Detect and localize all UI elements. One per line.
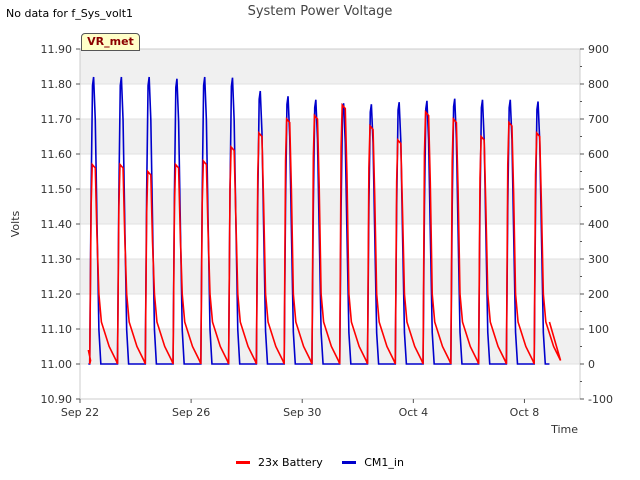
plot-band	[80, 49, 580, 84]
plot-band	[80, 84, 580, 119]
legend: 23x Battery CM1_in	[0, 454, 640, 469]
site-tag: VR_met	[81, 33, 140, 51]
plot-band	[80, 189, 580, 224]
y-left-tick-label: 11.30	[41, 253, 73, 266]
y-axis-left: 10.90 11.00 11.10 11.20 11.30 11.40 11.50 11.60…	[41, 43, 80, 406]
y-left-tick-label: 11.00	[41, 358, 73, 371]
x-tick-label: Oct 8	[510, 406, 540, 419]
y-right-tick-label: 0	[588, 358, 595, 371]
x-tick-label: Oct 4	[399, 406, 429, 419]
y-left-tick-label: 11.40	[41, 218, 73, 231]
y-left-tick-label: 11.90	[41, 43, 73, 56]
y-left-tick-label: 11.10	[41, 323, 73, 336]
legend-swatch-battery	[236, 461, 251, 464]
y-left-tick-label: 11.60	[41, 148, 73, 161]
x-axis: Sep 22 Sep 26 Sep 30 Oct 4 Oct 8	[61, 399, 539, 419]
y-right-tick-label: 200	[588, 288, 609, 301]
y-left-tick-label: 11.70	[41, 113, 73, 126]
y-right-tick-label: -100	[588, 393, 613, 406]
plot-band	[80, 154, 580, 189]
y-right-tick-label: 700	[588, 113, 609, 126]
y-right-tick-label: 300	[588, 253, 609, 266]
plot-band	[80, 119, 580, 154]
y-left-tick-label: 11.80	[41, 78, 73, 91]
legend-label-battery: 23x Battery	[258, 456, 323, 469]
y-left-tick-label: 10.90	[41, 393, 73, 406]
y-axis-label: Volts	[9, 210, 22, 237]
y-right-tick-label: 800	[588, 78, 609, 91]
x-tick-label: Sep 22	[61, 406, 99, 419]
y-right-tick-label: 900	[588, 43, 609, 56]
y-left-tick-label: 11.20	[41, 288, 73, 301]
plot-band	[80, 364, 580, 399]
legend-label-cm1: CM1_in	[364, 456, 404, 469]
y-right-tick-label: 600	[588, 148, 609, 161]
x-axis-label: Time	[550, 423, 578, 436]
x-tick-label: Sep 26	[172, 406, 210, 419]
y-left-tick-label: 11.50	[41, 183, 73, 196]
legend-item-battery: 23x Battery	[236, 456, 323, 469]
x-tick-label: Sep 30	[283, 406, 321, 419]
legend-swatch-cm1	[342, 461, 357, 464]
y-right-tick-label: 100	[588, 323, 609, 336]
y-right-tick-label: 500	[588, 183, 609, 196]
y-axis-right: -100 0 100 200 300 400 500 600 700 800 900	[580, 43, 613, 406]
voltage-chart: 10.90 11.00 11.10 11.20 11.30 11.40 11.50 11.60…	[9, 43, 613, 436]
legend-item-cm1: CM1_in	[342, 456, 404, 469]
plot-band	[80, 224, 580, 259]
y-right-tick-label: 400	[588, 218, 609, 231]
